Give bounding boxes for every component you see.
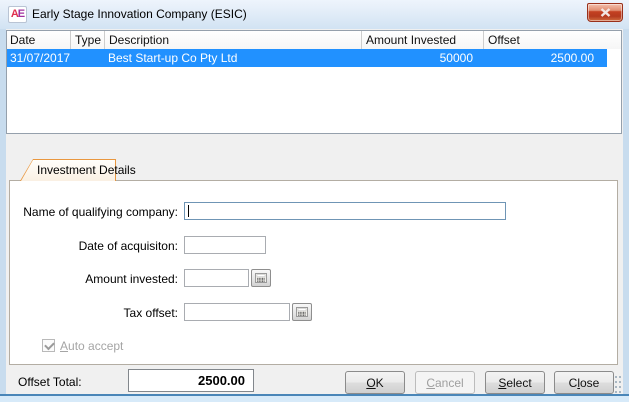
name-of-qualifying-company-label: Name of qualifying company: [20, 205, 178, 219]
ok-button[interactable]: OK [345, 371, 405, 394]
cell-description: Best Start-up Co Pty Ltd [104, 49, 361, 67]
checkmark-icon [44, 340, 55, 351]
cell-date: 31/07/2017 [7, 49, 70, 67]
amount-invested-calc-button[interactable] [251, 269, 271, 287]
auto-accept-checkbox[interactable] [42, 339, 55, 352]
amount-invested-input[interactable] [184, 269, 249, 287]
tax-offset-calc-button[interactable] [292, 303, 312, 321]
calculator-icon [296, 307, 308, 317]
date-of-acquisition-input[interactable] [184, 236, 266, 254]
esic-dialog-window: AE Early Stage Innovation Company (ESIC)… [0, 0, 629, 402]
cancel-button[interactable]: Cancel [415, 371, 475, 394]
amount-invested-label: Amount invested: [20, 272, 178, 286]
tax-offset-input[interactable] [184, 303, 290, 321]
window-title: Early Stage Innovation Company (ESIC) [32, 7, 247, 21]
table-row-selected[interactable]: 31/07/2017 Best Start-up Co Pty Ltd 5000… [7, 49, 607, 67]
name-of-qualifying-company-input[interactable] [184, 202, 506, 220]
cell-type [70, 49, 104, 67]
column-header-offset[interactable]: Offset [483, 31, 607, 49]
column-header-amount-invested[interactable]: Amount Invested [361, 31, 483, 49]
offset-total-label: Offset Total: [18, 375, 82, 389]
cell-amount-invested: 50000 [361, 49, 483, 67]
column-header-type[interactable]: Type [70, 31, 104, 49]
text-caret [188, 205, 189, 217]
column-header-description[interactable]: Description [104, 31, 361, 49]
tab-label: Investment Details [37, 163, 136, 177]
app-icon-letter-e: E [18, 8, 24, 20]
titlebar[interactable]: AE Early Stage Innovation Company (ESIC) [0, 0, 629, 29]
offset-total-value: 2500.00 [128, 369, 254, 392]
tax-offset-label: Tax offset: [20, 306, 178, 320]
tab-investment-details[interactable]: Investment Details [20, 159, 116, 181]
investments-table[interactable]: Date Type Description Amount Invested Of… [6, 30, 622, 134]
cell-offset: 2500.00 [483, 49, 607, 67]
window-close-button[interactable] [587, 3, 623, 22]
close-icon [600, 8, 611, 17]
calculator-icon [255, 273, 267, 283]
app-icon: AE [8, 6, 27, 23]
column-header-date[interactable]: Date [7, 31, 70, 49]
app-icon-letter-a: A [11, 8, 18, 20]
resize-grip[interactable] [615, 376, 622, 393]
select-button[interactable]: Select [485, 371, 545, 394]
date-of-acquisition-label: Date of acquisiton: [20, 239, 178, 253]
close-button[interactable]: Close [554, 371, 614, 394]
table-header-row: Date Type Description Amount Invested Of… [7, 31, 621, 49]
window-frame-bottom [0, 394, 629, 402]
auto-accept-label: Auto accept [60, 339, 123, 353]
